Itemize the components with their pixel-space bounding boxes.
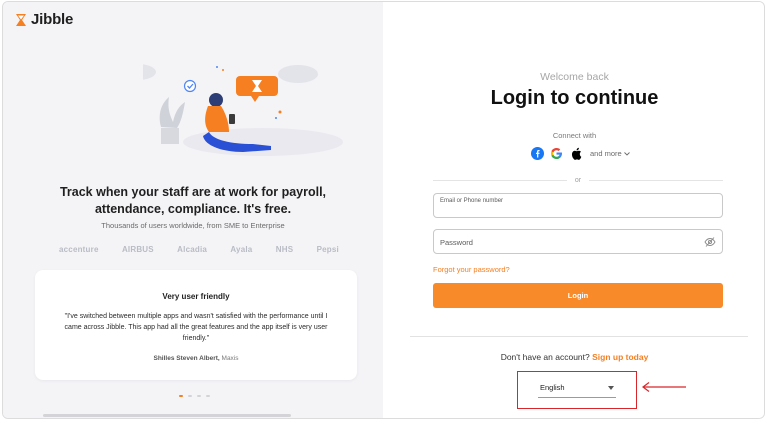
hero-illustration — [143, 64, 343, 156]
login-button[interactable]: Login — [433, 283, 723, 308]
jibble-logo-icon — [16, 13, 26, 26]
language-select[interactable]: English — [538, 381, 616, 398]
apple-icon[interactable] — [569, 147, 582, 160]
brand-logo-pepsi: Pepsi — [316, 244, 339, 254]
connect-with-label: Connect with — [552, 131, 597, 140]
hero-tagline: Track when your staff are at work for pa… — [33, 184, 353, 218]
carousel-dot[interactable] — [188, 395, 192, 397]
brand-logos-row: accenture AIRBUS Alcadia Ayala NHS Pepsi — [59, 240, 339, 258]
brand-logo-airbus: AIRBUS — [121, 244, 154, 254]
carousel-dot[interactable] — [197, 395, 201, 397]
marketing-panel: Jibble Track when your staff are at work… — [3, 2, 383, 418]
forgot-password-link[interactable]: Forgot your password? — [433, 265, 510, 274]
tagline-line-1: Track when your staff are at work for pa… — [59, 185, 327, 199]
language-highlight-box: English — [517, 371, 637, 409]
social-login-row: and more — [531, 147, 630, 160]
section-divider — [410, 336, 748, 337]
signup-link[interactable]: Sign up today — [592, 352, 648, 362]
carousel-dot[interactable] — [179, 395, 183, 397]
testimonial-body: "I've switched between multiple apps and… — [64, 313, 328, 342]
testimonial-author-company: Maxis — [221, 355, 239, 362]
tagline-line-2: attendance, compliance. It's free. — [94, 202, 292, 216]
carousel-dot[interactable] — [206, 395, 210, 397]
and-more-label: and more — [590, 149, 622, 158]
welcome-text: Welcome back — [540, 71, 609, 83]
signup-row: Don't have an account? Sign up today — [383, 352, 764, 362]
google-icon[interactable] — [550, 147, 563, 160]
password-field[interactable]: Password — [433, 229, 723, 254]
brand-logo-accenture: accenture — [59, 244, 99, 254]
chevron-down-icon — [623, 151, 630, 156]
page-title: Login to continue — [490, 87, 659, 109]
app-window: Jibble Track when your staff are at work… — [2, 1, 765, 419]
arrow-left-icon — [642, 382, 686, 392]
brand-name: Jibble — [31, 11, 74, 28]
no-account-text: Don't have an account? — [500, 352, 590, 362]
testimonial-author: Shilles Steven Albert, Maxis — [35, 355, 357, 362]
divider-line — [433, 179, 567, 181]
or-separator: or — [433, 174, 724, 186]
testimonial-author-name: Shilles Steven Albert, — [153, 355, 220, 362]
facebook-icon[interactable] — [531, 147, 544, 160]
or-label: or — [574, 176, 582, 184]
users-worldwide-text: Thousands of users worldwide, from SME t… — [101, 221, 285, 230]
eye-off-icon[interactable] — [704, 236, 716, 248]
login-panel: Welcome back Login to continue Connect w… — [383, 2, 764, 418]
email-field[interactable]: Email or Phone number — [433, 193, 723, 218]
brand-logo-ayala: Ayala — [230, 244, 253, 254]
jibble-logo[interactable]: Jibble — [15, 11, 73, 28]
language-value: English — [540, 383, 565, 392]
testimonial-title: Very user friendly — [162, 292, 230, 301]
brand-logo-alcadia: Alcadia — [177, 244, 208, 254]
testimonial-card: Very user friendly "I've switched betwee… — [35, 270, 357, 380]
brand-logo-nhs: NHS — [275, 244, 294, 254]
and-more-toggle[interactable]: and more — [590, 149, 630, 158]
horizontal-scrollbar[interactable] — [43, 414, 291, 417]
password-placeholder: Password — [440, 238, 473, 247]
email-field-label: Email or Phone number — [440, 198, 504, 204]
caret-down-icon — [608, 386, 614, 390]
divider-line — [589, 179, 724, 181]
carousel-dots — [179, 395, 210, 397]
